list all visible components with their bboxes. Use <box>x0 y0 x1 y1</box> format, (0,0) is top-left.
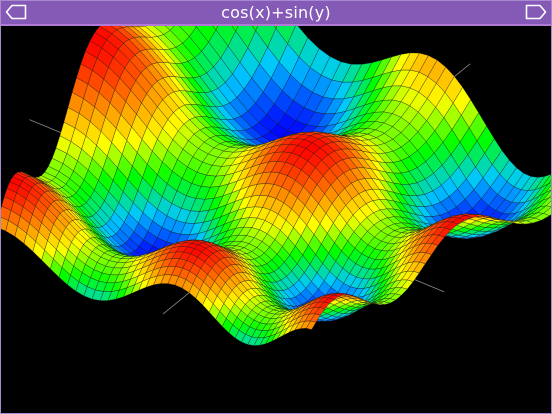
back-arrow-icon[interactable] <box>5 4 27 20</box>
app-window: cos(x)+sin(y) <box>0 0 552 414</box>
forward-arrow-icon[interactable] <box>525 4 547 20</box>
surface-mesh <box>0 26 552 346</box>
surface-plot[interactable] <box>0 26 552 414</box>
window-title: cos(x)+sin(y) <box>221 2 331 22</box>
surface-plot-viewport[interactable] <box>0 26 552 414</box>
title-bar: cos(x)+sin(y) <box>0 0 552 26</box>
